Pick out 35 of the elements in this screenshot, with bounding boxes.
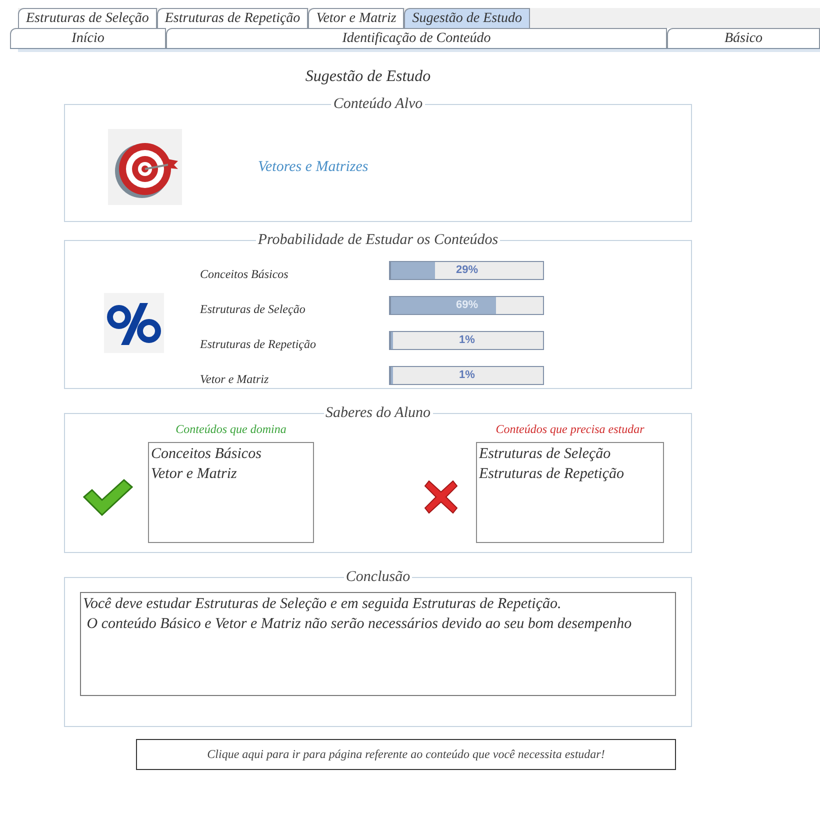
section-title: Conclusão	[344, 569, 412, 586]
content-label: Estruturas de Seleção	[200, 301, 306, 317]
cross-icon	[424, 480, 458, 514]
progress-reading: 69%	[454, 298, 480, 313]
content-label: Vetor e Matriz	[200, 371, 270, 387]
section-title: Probabilidade de Estudar os Conteúdos	[256, 232, 500, 249]
tab[interactable]: Sugestão de Estudo	[404, 8, 530, 28]
list-item[interactable]: Estruturas de Repetição	[479, 464, 661, 484]
progress-reading: 1%	[458, 368, 476, 383]
conclusion-text-box[interactable]: Você deve estudar Estruturas de Seleção e em seguida Estruturas de Repetição. O conteúdo Básico e Vetor e Matriz não serão necessários devido ao seu bom desempenho	[80, 592, 676, 696]
list-item[interactable]: Conceitos Básicos	[151, 444, 311, 464]
section-title: Conteúdo Alvo	[332, 96, 424, 113]
target-content: Vetores e Matrizes	[258, 158, 368, 176]
content-label: Estruturas de Repetição	[200, 336, 317, 352]
section-title: Saberes do Aluno	[324, 405, 432, 422]
tab[interactable]: Vetor e Matriz	[308, 8, 404, 28]
tab[interactable]: Início	[10, 28, 166, 48]
progress-reading: 1%	[458, 333, 476, 348]
tab[interactable]: Básico	[667, 28, 820, 48]
list-heading: Conteúdos que domina	[176, 422, 286, 437]
list-item[interactable]: Estruturas de Seleção	[479, 444, 661, 464]
percent-icon	[104, 293, 164, 353]
tab[interactable]: Estruturas de Seleção	[18, 8, 157, 28]
list-heading: Conteúdos que precisa estudar	[496, 422, 644, 437]
progress-reading: 29%	[454, 263, 480, 278]
target-icon	[108, 129, 182, 205]
tab[interactable]: Identificação de Conteúdo	[166, 28, 667, 48]
tab[interactable]: Estruturas de Repetição	[156, 8, 308, 28]
page-title: Sugestão de Estudo	[304, 68, 432, 86]
list-item[interactable]: Vetor e Matriz	[151, 464, 311, 484]
list-box[interactable]: Conceitos Básicos Vetor e Matriz	[148, 442, 314, 543]
list-box[interactable]: Estruturas de Seleção Estruturas de Repetição	[476, 442, 664, 543]
content-label: Conceitos Básicos	[200, 266, 290, 282]
action-button[interactable]: Clique aqui para ir para página referente ao conteúdo que você necessita estudar!	[136, 739, 676, 770]
check-icon	[82, 476, 134, 516]
